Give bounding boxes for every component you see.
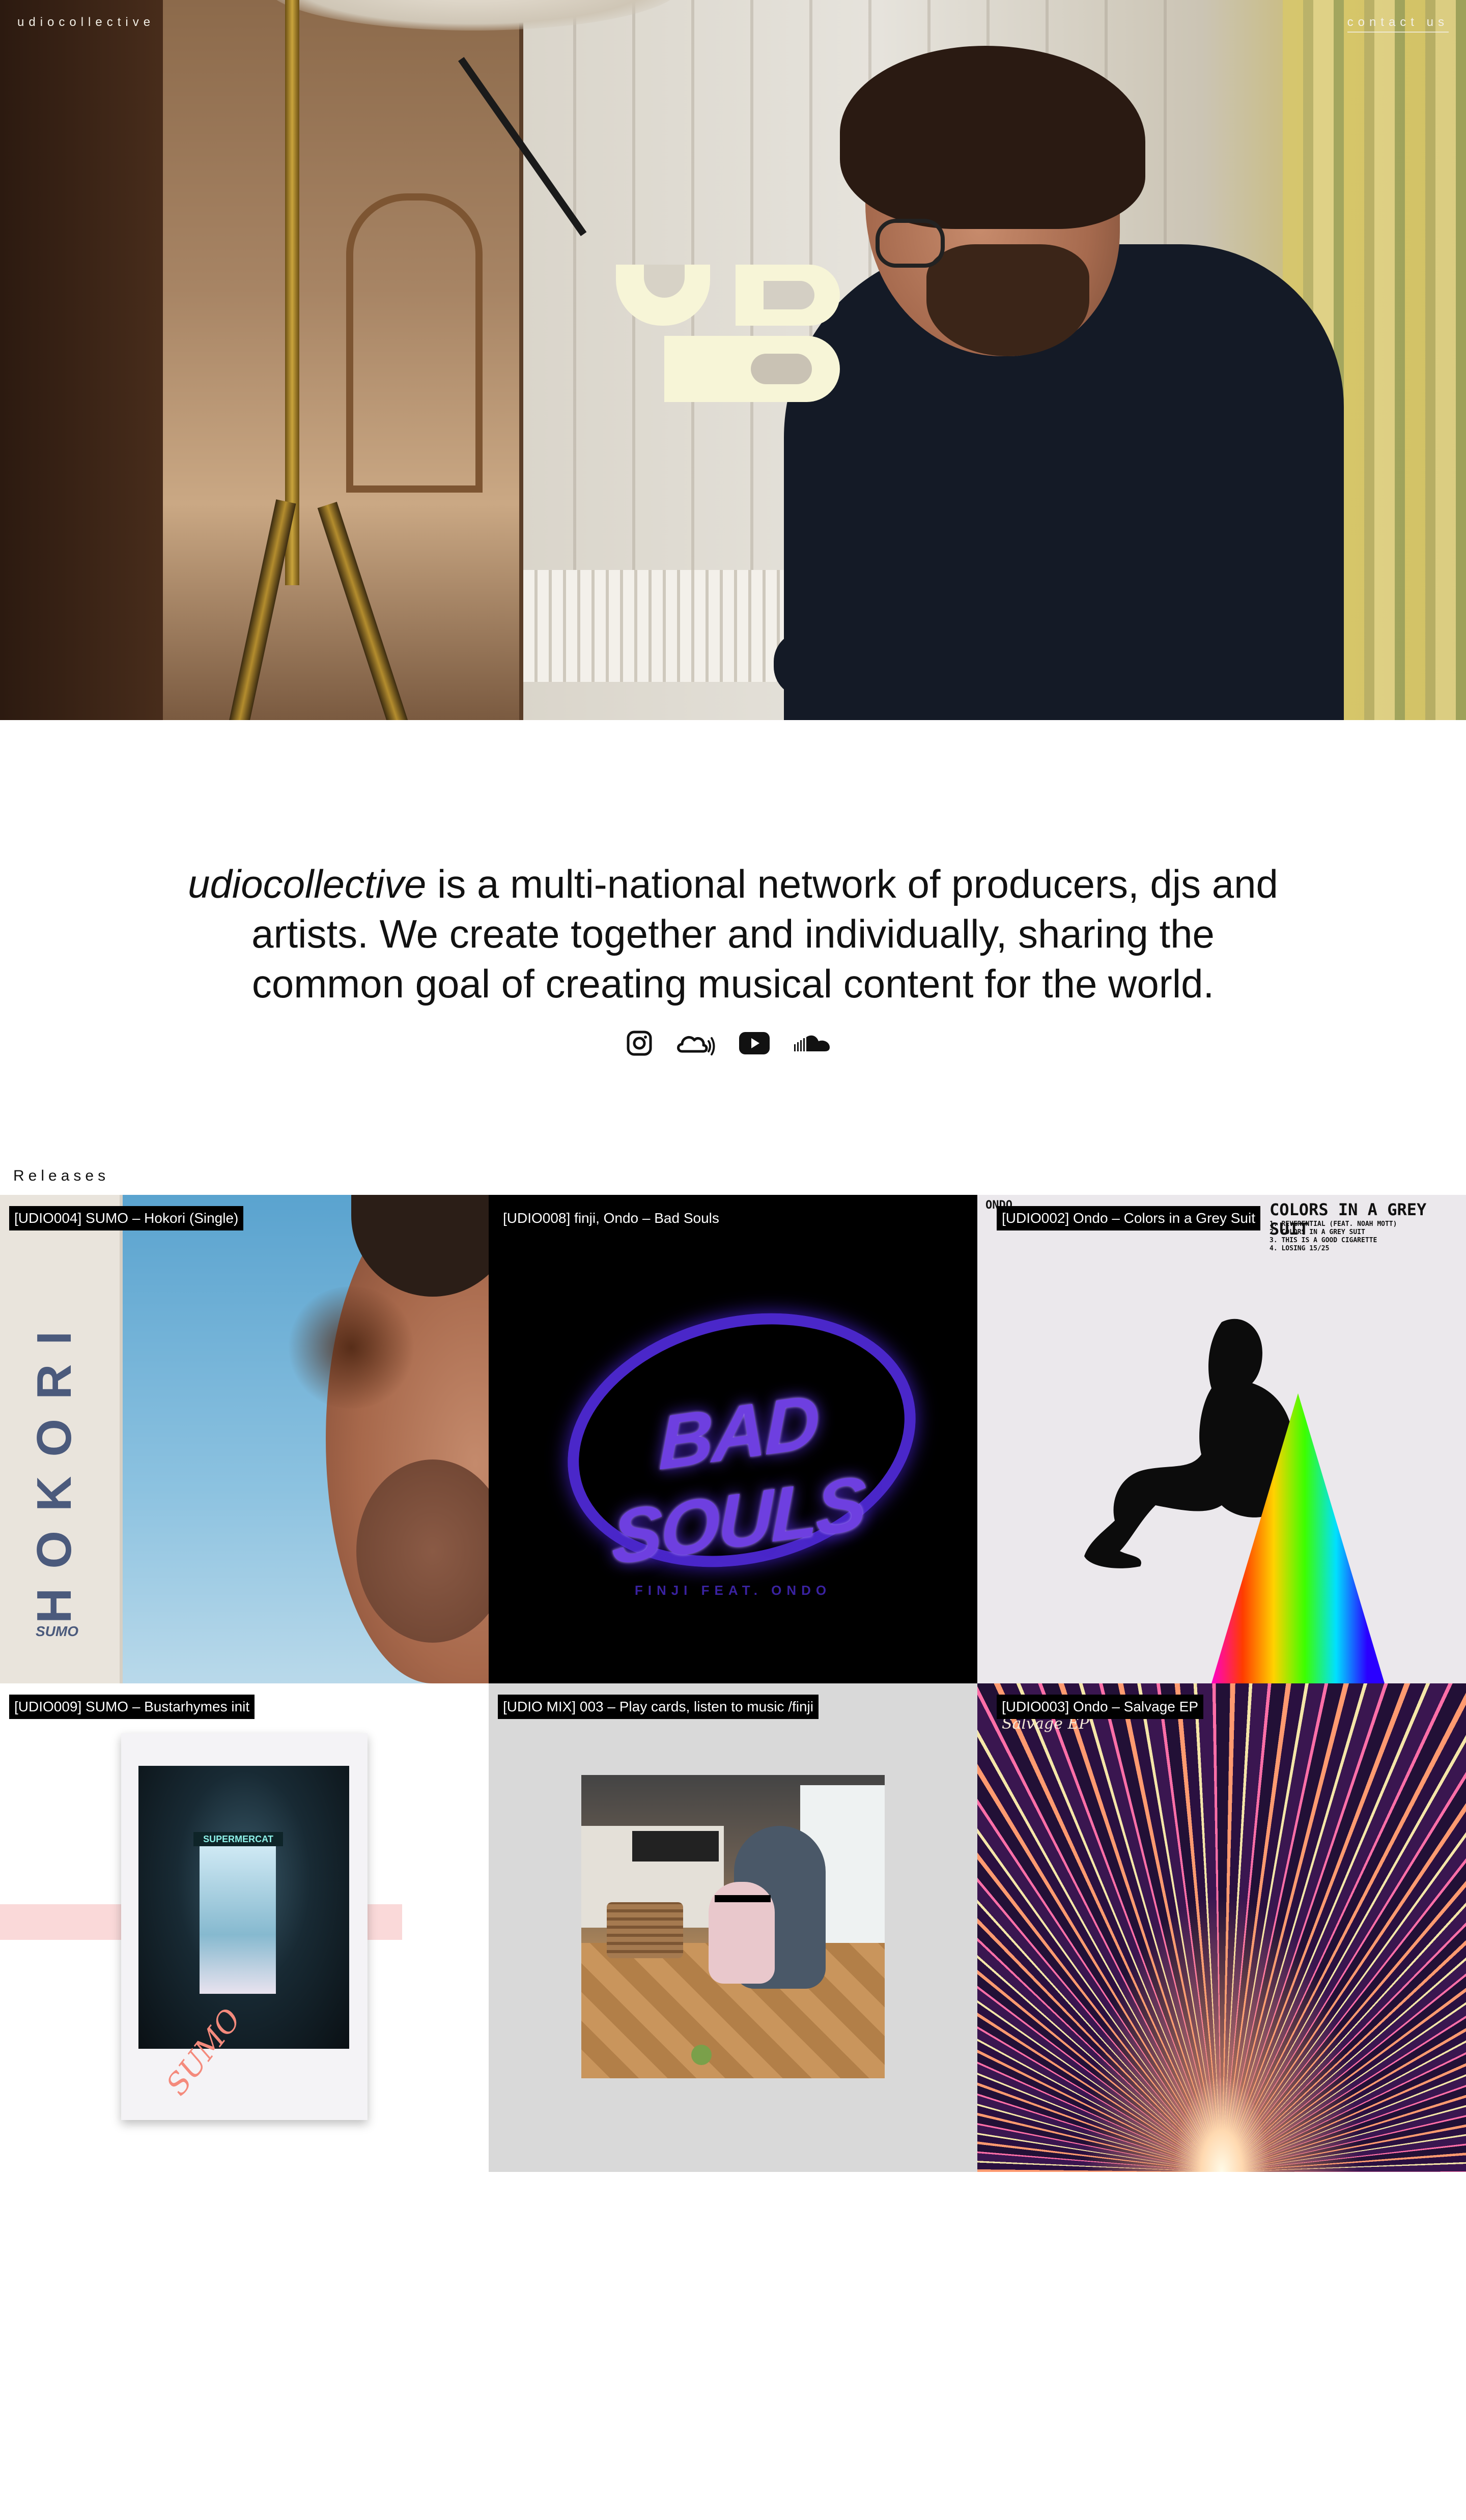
intro-text: udiocollective is a multi-national netwo… [183,859,1283,1009]
release-tile-udio004[interactable]: HOKORI SUMO [UDIO004] SUMO – Hokori (Sin… [0,1195,489,1683]
track-item: 3. THIS IS A GOOD CIGARETTE [1270,1237,1377,1244]
album-art-light-burst [977,1683,1466,2172]
mixcloud-link[interactable] [675,1030,716,1056]
album-art-title: HOKORI [27,1312,81,1623]
intro-brand: udiocollective [188,862,427,906]
soundcloud-icon [794,1035,830,1051]
person-arm [774,631,1130,697]
photo-redaction-bar [715,1895,771,1902]
social-links [626,1023,832,1064]
releases-grid: HOKORI SUMO [UDIO004] SUMO – Hokori (Sin… [0,1195,1466,2172]
album-art-artist: SUMO [36,1623,78,1639]
hero-section: udiocollective contact us [0,0,1466,720]
release-tile-udio003[interactable]: Salvage EP [UDIO003] Ondo – Salvage EP [977,1683,1466,2172]
lamp-pole [285,0,299,585]
release-caption[interactable]: [UDIO008] finji, Ondo – Bad Souls [498,1206,724,1230]
instagram-icon [627,1030,652,1056]
release-caption[interactable]: [UDIO009] SUMO – Bustarhymes init [9,1695,255,1719]
youtube-link[interactable] [738,1031,771,1055]
track-item: 1. REVERENTIAL (FEAT. NOAH MOTT) [1270,1220,1397,1228]
photo-basket [607,1902,683,1958]
release-tile-udio002[interactable]: ONDO COLORS IN A GREY SUIT 1. REVERENTIA… [977,1195,1466,1683]
album-art-subtitle: FINJI FEAT. ONDO [634,1583,832,1598]
person-glasses [876,219,945,268]
logo-letter-i [664,336,705,402]
release-tile-udio008[interactable]: BAD SOULS FINJI FEAT. ONDO [UDIO008] fin… [489,1195,977,1683]
instagram-link[interactable] [626,1030,653,1056]
album-art-tracklist: 1. REVERENTIAL (FEAT. NOAH MOTT) 2. COLO… [1270,1220,1397,1253]
contact-us-link[interactable]: contact us [1347,15,1449,33]
soundcloud-link[interactable] [793,1033,832,1053]
release-caption[interactable]: [UDIO003] Ondo – Salvage EP [997,1695,1203,1719]
track-item: 2. COLORS IN A GREY SUIT [1270,1228,1365,1236]
release-caption[interactable]: [UDIO MIX] 003 – Play cards, listen to m… [498,1695,819,1719]
logo-letter-o-hole [751,354,812,384]
person-beard [926,244,1089,356]
mix-photo [581,1775,885,2078]
piano-panel [346,193,483,493]
album-art-sign: SUPERMERCAT [193,1832,283,1846]
album-art-doorway [200,1846,276,1994]
udio-logo [616,265,840,402]
release-caption[interactable]: [UDIO002] Ondo – Colors in a Grey Suit [997,1206,1260,1230]
release-tile-udio009[interactable]: SUPERMERCAT SUMO [UDIO009] SUMO – Bustar… [0,1683,489,2172]
release-caption[interactable]: [UDIO004] SUMO – Hokori (Single) [9,1206,244,1230]
youtube-icon [739,1032,770,1054]
photo-toy [691,2045,712,2065]
releases-heading: Releases [13,1167,110,1184]
brand-link[interactable]: udiocollective [17,15,155,30]
release-tile-udio-mix-003[interactable]: [UDIO MIX] 003 – Play cards, listen to m… [489,1683,977,2172]
photo-stereo [632,1831,719,1862]
album-art-hair [285,1286,417,1409]
logo-letter-d-hole [764,281,814,309]
mixcloud-icon [677,1036,715,1055]
track-item: 4. LOSING 15/25 [1270,1245,1330,1252]
